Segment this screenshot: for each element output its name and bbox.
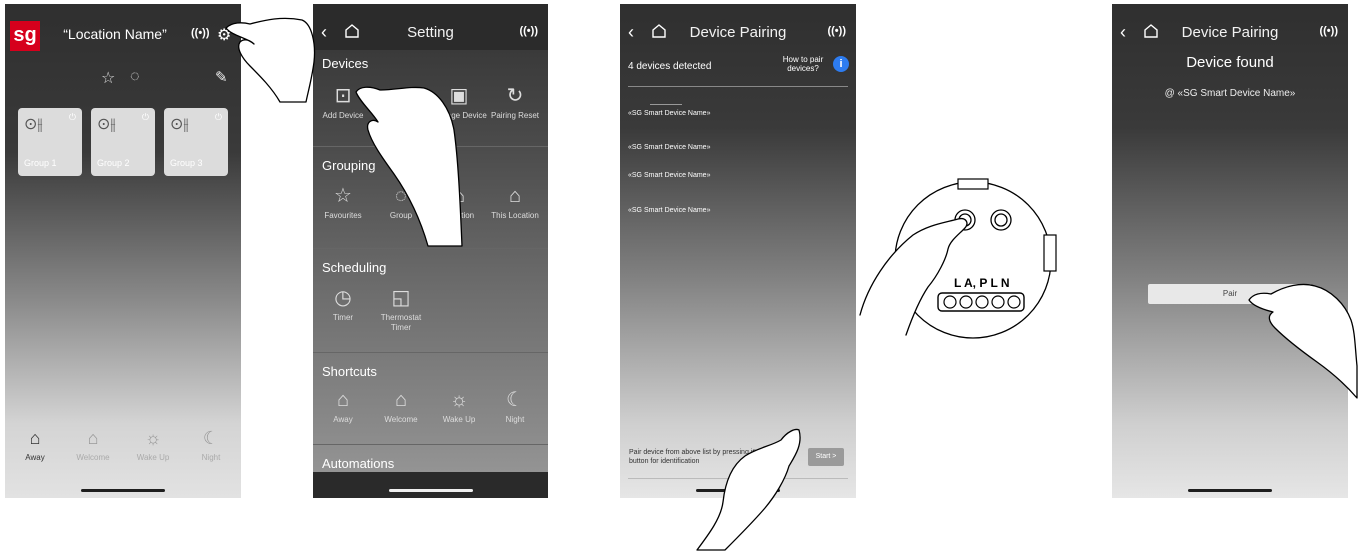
signal-icon: ((•)) bbox=[827, 25, 846, 37]
group-tile-3[interactable]: ⊙⫲ ⏻ Group 3 bbox=[164, 108, 228, 176]
away-icon: ⌂ bbox=[336, 389, 350, 411]
group-label: Group 3 bbox=[170, 158, 203, 168]
thermostat-timer-button[interactable]: ◱ Thermostat Timer bbox=[373, 286, 429, 333]
item-label: Welcome bbox=[384, 415, 418, 424]
group-label: Group 1 bbox=[24, 158, 57, 168]
star-icon[interactable]: ☆ bbox=[101, 68, 115, 88]
screen-location-home: sg “Location Name” ((•)) ⚙ ☆ ◌ ✎ ⊙⫲ ⏻ Gr… bbox=[5, 4, 241, 498]
home-indicator[interactable] bbox=[388, 489, 473, 492]
bottom-bar bbox=[313, 472, 548, 498]
welcome-icon: ⌂ bbox=[87, 428, 99, 448]
night-button[interactable]: ☾ Night bbox=[487, 388, 543, 425]
shortcut-label: Wake Up bbox=[136, 453, 170, 462]
header: ‹ Device Pairing ((•)) bbox=[620, 4, 856, 54]
tap-hand-pair bbox=[1248, 283, 1358, 399]
sync-icon[interactable]: ◌ bbox=[130, 68, 140, 86]
device-list-item[interactable]: «SG Smart Device Name» bbox=[628, 144, 710, 151]
welcome-button[interactable]: ⌂ Welcome bbox=[373, 388, 429, 425]
tap-hand-start bbox=[696, 428, 801, 551]
header: ‹ Device Pairing ((•)) bbox=[1112, 4, 1348, 54]
this-location-icon: ⌂ bbox=[508, 185, 522, 207]
device-group-icon: ⊙⫲ bbox=[97, 116, 116, 133]
sun-icon: ☼ bbox=[449, 389, 469, 411]
divider bbox=[650, 104, 682, 105]
devices-detected-count: 4 devices detected bbox=[628, 61, 712, 72]
timer-button[interactable]: ◷ Timer bbox=[315, 286, 371, 323]
shortcut-away[interactable]: ⌂ Away bbox=[5, 428, 65, 462]
item-label: Night bbox=[505, 415, 525, 424]
screen-device-pairing: ‹ Device Pairing ((•)) 4 devices detecte… bbox=[620, 4, 856, 498]
reset-icon: ↻ bbox=[506, 85, 524, 107]
moon-icon: ☾ bbox=[506, 389, 524, 411]
group-label: Group 2 bbox=[97, 158, 130, 168]
away-button[interactable]: ⌂ Away bbox=[315, 388, 371, 425]
welcome-icon: ⌂ bbox=[394, 389, 408, 411]
shortcut-label: Night bbox=[201, 453, 221, 462]
device-group-icon: ⊙⫲ bbox=[24, 116, 43, 133]
shortcut-wake-up[interactable]: ☼ Wake Up bbox=[123, 428, 183, 462]
device-list-item[interactable]: «SG Smart Device Name» bbox=[628, 207, 710, 214]
item-label: Thermostat Timer bbox=[380, 313, 422, 332]
sg-logo: sg bbox=[10, 21, 40, 51]
divider bbox=[628, 86, 848, 87]
shortcut-bar: ⌂ Away ⌂ Welcome ☼ Wake Up ☾ Night bbox=[5, 428, 241, 468]
item-label: This Location bbox=[491, 211, 539, 220]
item-label: Wake Up bbox=[442, 415, 476, 424]
sun-icon: ☼ bbox=[144, 428, 162, 448]
section-title-automations: Automations bbox=[322, 456, 395, 471]
page-title: Device Pairing bbox=[689, 24, 787, 41]
start-button[interactable]: Start > bbox=[808, 448, 844, 466]
thermostat-timer-icon: ◱ bbox=[391, 287, 411, 309]
item-label: Timer bbox=[332, 313, 354, 322]
divider bbox=[313, 352, 548, 353]
power-icon[interactable]: ⏻ bbox=[142, 112, 149, 123]
divider bbox=[313, 248, 548, 249]
device-list-item[interactable]: «SG Smart Device Name» bbox=[628, 110, 710, 117]
header: ‹ Setting ((•)) bbox=[313, 4, 548, 54]
section-title-shortcuts: Shortcuts bbox=[322, 364, 377, 379]
signal-icon: ((•)) bbox=[519, 25, 538, 37]
group-tile-2[interactable]: ⊙⫲ ⏻ Group 2 bbox=[91, 108, 155, 176]
tap-hand-gear bbox=[225, 17, 316, 103]
wake-up-button[interactable]: ☼ Wake Up bbox=[431, 388, 487, 425]
power-icon[interactable]: ⏻ bbox=[215, 112, 222, 123]
found-device-name: @ «SG Smart Device Name» bbox=[1164, 88, 1296, 99]
device-list-item[interactable]: «SG Smart Device Name» bbox=[628, 172, 710, 179]
section-title-scheduling: Scheduling bbox=[322, 260, 387, 275]
home-indicator[interactable] bbox=[1188, 489, 1272, 492]
how-to-pair-link[interactable]: How to pair devices? bbox=[778, 55, 828, 73]
terminal-labels: L A, P L N bbox=[954, 276, 1010, 290]
home-indicator[interactable] bbox=[81, 489, 165, 492]
device-module-illustration: L A, P L N bbox=[859, 178, 1057, 339]
shortcut-label: Away bbox=[25, 453, 45, 462]
item-label: Pairing Reset bbox=[490, 111, 540, 120]
divider bbox=[313, 444, 548, 445]
info-icon[interactable]: i bbox=[833, 56, 849, 72]
page-title: Setting bbox=[407, 24, 454, 41]
location-title: “Location Name” bbox=[63, 26, 167, 42]
clock-icon: ◷ bbox=[334, 287, 352, 309]
device-group-icon: ⊙⫲ bbox=[170, 116, 189, 133]
tap-hand-add-device bbox=[355, 86, 463, 247]
pairing-reset-button[interactable]: ↻ Pairing Reset bbox=[487, 84, 543, 121]
signal-icon: ((•)) bbox=[1319, 25, 1338, 37]
page-title: Device Pairing bbox=[1181, 24, 1279, 41]
shortcut-night[interactable]: ☾ Night bbox=[181, 428, 241, 462]
this-location-button[interactable]: ⌂ This Location bbox=[487, 184, 543, 221]
group-tile-1[interactable]: ⊙⫲ ⏻ Group 1 bbox=[18, 108, 82, 176]
shortcut-welcome[interactable]: ⌂ Welcome bbox=[63, 428, 123, 462]
shortcut-label: Welcome bbox=[76, 453, 110, 462]
moon-icon: ☾ bbox=[202, 428, 220, 448]
screen-device-found: ‹ Device Pairing ((•)) Device found @ «S… bbox=[1112, 4, 1348, 498]
item-label: Away bbox=[333, 415, 353, 424]
signal-icon: ((•)) bbox=[191, 27, 210, 39]
device-found-heading: Device found bbox=[1186, 54, 1274, 71]
power-icon[interactable]: ⏻ bbox=[69, 112, 76, 123]
away-icon: ⌂ bbox=[29, 428, 41, 448]
section-title-devices: Devices bbox=[322, 56, 369, 71]
